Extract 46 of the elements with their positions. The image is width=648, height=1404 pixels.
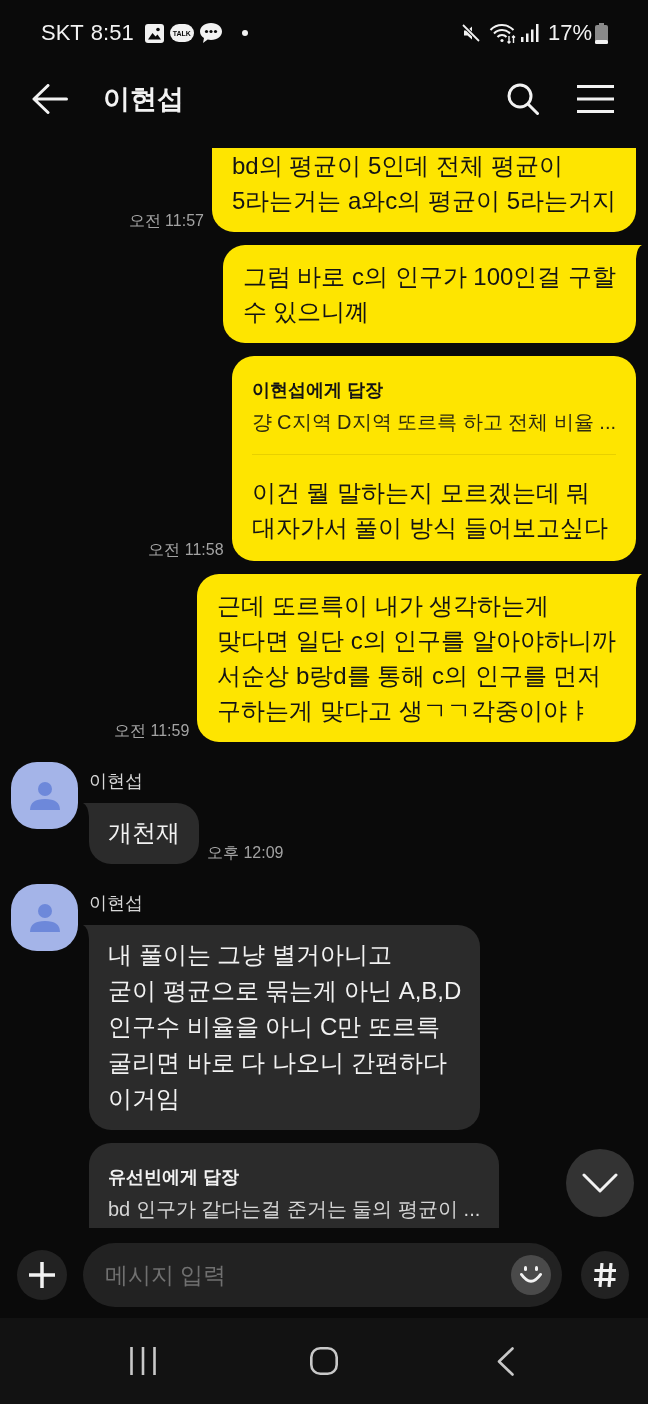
- reply-quote: bd 인구가 같다는걸 준거는 둘의 평균이 ...: [108, 1197, 481, 1222]
- reply-title: 유선빈에게 답장: [108, 1166, 240, 1189]
- image-icon: [144, 23, 164, 43]
- message-text: 내 풀이는 그냥 별거아니고 굳이 평균으로 묶는게 아닌 A,B,D 인구수 비율을 아니 C만 또르륵 굴리면 바로 다 나오니 간편하다 이거임: [108, 940, 462, 1114]
- wifi-icon: [488, 22, 516, 44]
- hash-icon: [593, 1263, 617, 1287]
- message-text: 그럼 바로 c의 인구가 100인걸 구할 수 있으니꼐: [242, 262, 616, 327]
- reply-quote: 걍 C지역 D지역 또르륵 하고 전체 비율 ...: [251, 410, 616, 435]
- chevron-down-icon: [582, 1173, 618, 1193]
- message-input[interactable]: 메시지 입력: [83, 1243, 562, 1307]
- message-time: 오전 11:58: [148, 540, 224, 560]
- reply-title: 이현섭에게 답장: [251, 379, 384, 402]
- mute-icon: [461, 24, 480, 42]
- message-text: 근데 또르륵이 내가 생각하는게 맞다면 일단 c의 인구를 알아야하니까 서순상 b랑d를 통해 c의 인구를 먼저 구하는게 맞다고 생ㄱㄱ각중이야ㅑ: [217, 591, 616, 726]
- chat-title: 이현섭: [103, 83, 184, 115]
- smiley-icon: [520, 1266, 542, 1284]
- add-button[interactable]: [17, 1250, 67, 1300]
- back-button[interactable]: [32, 84, 68, 114]
- battery-icon: [595, 22, 608, 44]
- person-icon: [29, 903, 60, 932]
- message-text: 개천재: [108, 818, 180, 848]
- back-arrow-icon: [32, 84, 68, 114]
- message-text: bd의 평균이 5인데 전체 평균이 5라는거는 a와c의 평균이 5라는거지: [231, 151, 616, 216]
- battery-percent-text: 17%: [547, 20, 592, 46]
- carrier-text: SKT: [41, 20, 84, 46]
- back-chevron-icon: [496, 1346, 514, 1376]
- person-icon: [29, 781, 60, 810]
- avatar[interactable]: [11, 762, 78, 829]
- home-icon: [310, 1347, 338, 1375]
- message-time: 오후 12:09: [207, 843, 284, 863]
- sender-name: 이현섭: [89, 892, 143, 915]
- message-text: 이건 뭘 말하는지 모르겠는데 뭐 대자가서 풀이 방식 들어보고싶다: [251, 478, 609, 543]
- avatar[interactable]: [11, 884, 78, 951]
- sender-name: 이현섭: [89, 770, 143, 793]
- signal-icon: [520, 24, 539, 42]
- search-button[interactable]: [507, 83, 539, 115]
- hashtag-button[interactable]: [581, 1251, 629, 1299]
- menu-button[interactable]: [577, 85, 614, 113]
- search-icon: [507, 83, 539, 115]
- message-time: 오전 11:59: [114, 721, 190, 741]
- clock-text: 8:51: [90, 20, 134, 46]
- chat-bubble-icon: [199, 23, 222, 43]
- plus-icon: [29, 1262, 55, 1288]
- message-time: 오전 11:57: [128, 211, 204, 231]
- menu-icon: [577, 85, 614, 113]
- recent-apps-icon: [130, 1347, 156, 1375]
